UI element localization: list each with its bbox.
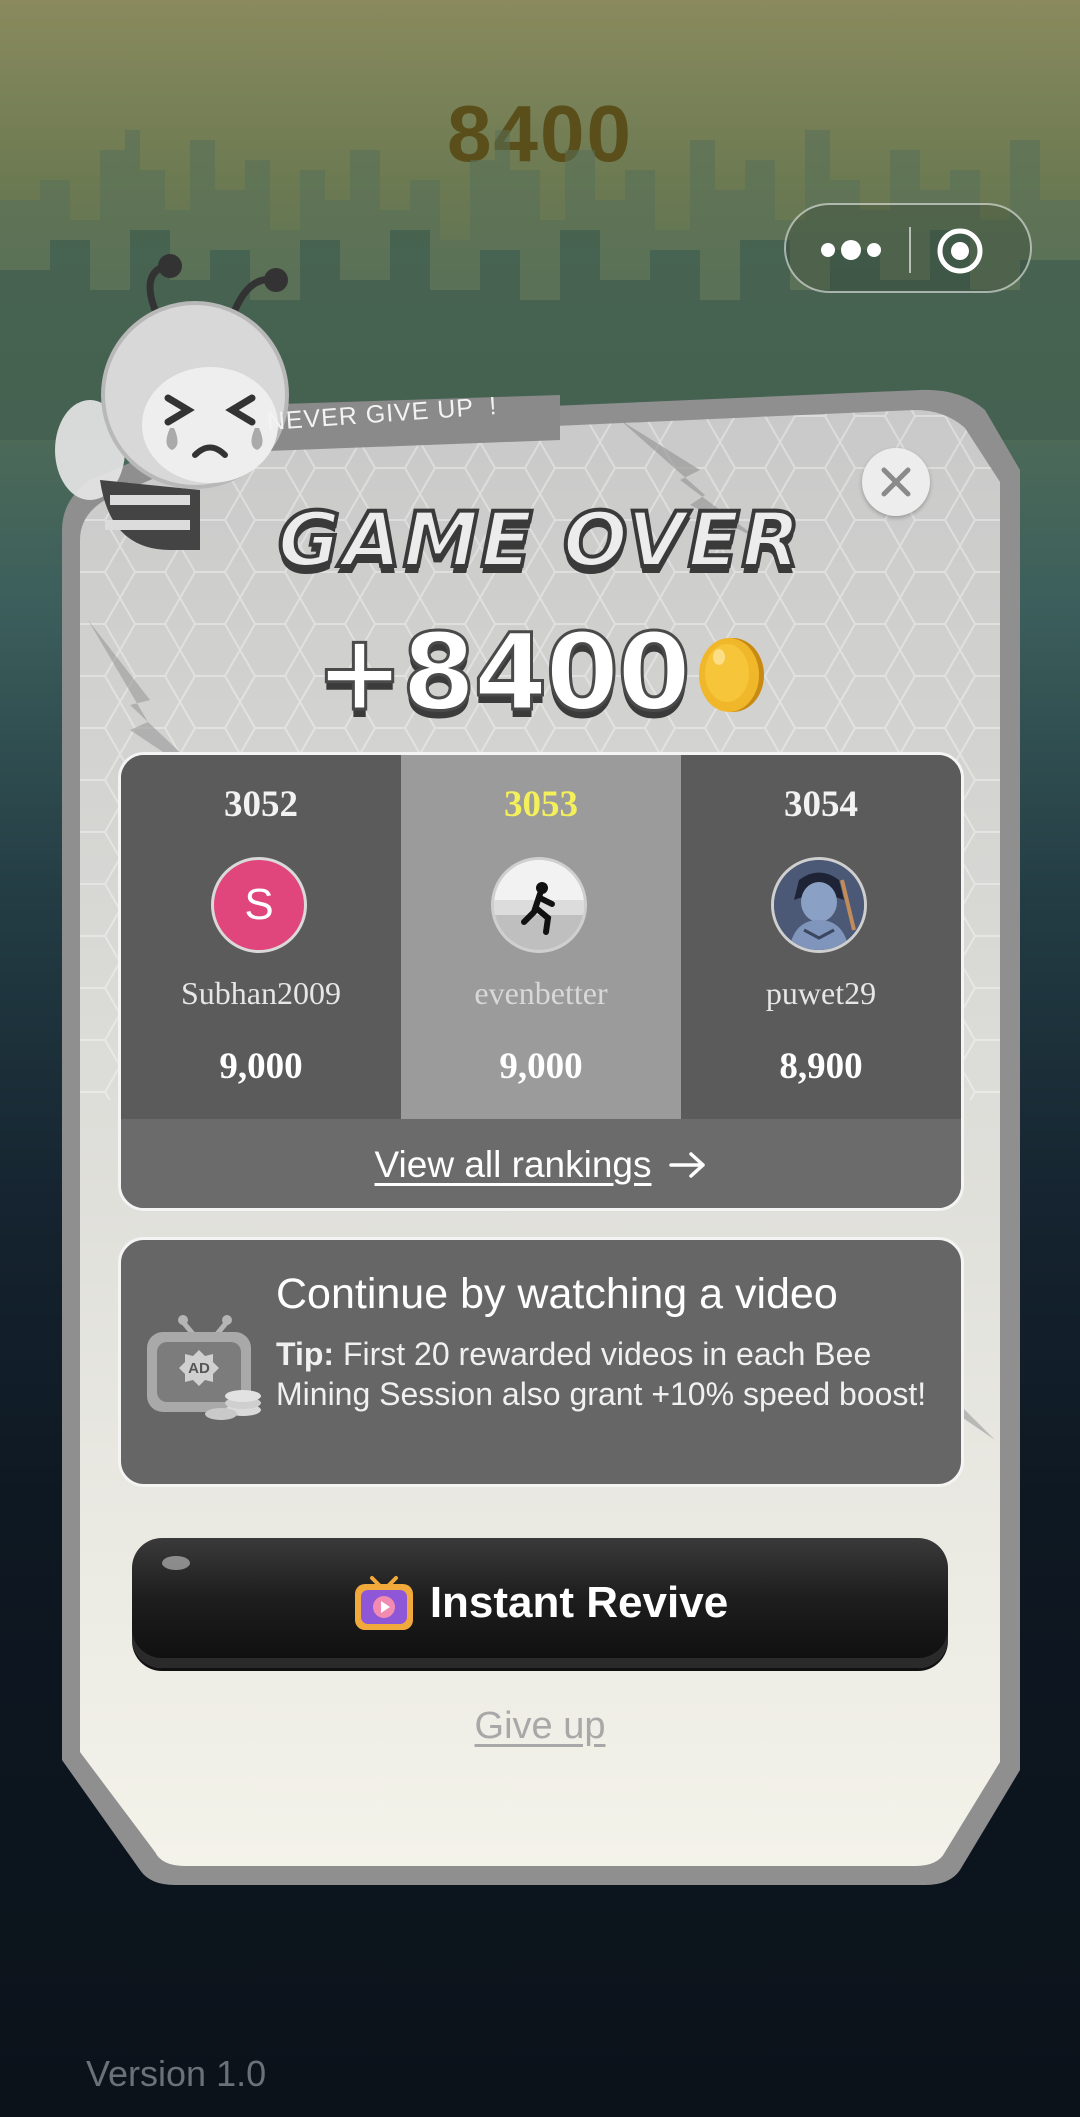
revive-content: Instant Revive [132,1538,948,1668]
player-name: evenbetter [474,975,608,1011]
anime-character-avatar-icon [774,860,864,950]
rank-number: 3054 [784,784,858,825]
watch-video-card[interactable]: AD Continue by watching a video Tip: Fir… [118,1237,964,1487]
ad-tv-coins-icon: AD [147,1315,261,1420]
video-play-tv-icon [354,1576,413,1630]
tip-label: Tip: [276,1336,335,1372]
instant-revive-label: Instant Revive [429,1578,729,1627]
give-up-link[interactable]: Give up [0,1705,1080,1748]
avatar: S [211,857,307,953]
runner-silhouette-icon [494,860,584,950]
rank-number: 3052 [224,784,298,825]
earned-score-row: +8400 [0,609,1080,735]
player-score: 9,000 [499,1046,583,1087]
player-name: puwet29 [765,975,877,1011]
avatar-letter: S [244,880,274,929]
view-all-rankings-link[interactable]: View all rankings [121,1119,961,1208]
leaderboard-entry[interactable]: 3054 puwet29 8,900 [681,755,961,1119]
avatar [771,857,867,953]
ad-label: AD [188,1360,210,1377]
video-offer-tip: Tip: First 20 rewarded videos in each Be… [276,1334,936,1414]
version-label: Version 1.0 [86,2053,267,2094]
leaderboard-entry[interactable]: 3052 S Subhan2009 9,000 [121,755,401,1119]
view-all-rankings-label: View all rankings [374,1144,652,1185]
arrow-right-icon [669,1152,706,1178]
gold-coin-icon [698,638,764,712]
video-offer-title: Continue by watching a video [276,1270,838,1318]
game-over-title: GAME OVER [276,493,803,586]
player-name: Subhan2009 [181,975,341,1011]
earned-score: +8400 [314,609,693,735]
leaderboard-card: 3052 S Subhan2009 9,000 3053 evenbetter … [118,752,964,1211]
leaderboard-entry-self[interactable]: 3053 evenbetter 9,000 [401,755,681,1119]
tip-text: First 20 rewarded videos in each Bee Min… [276,1336,927,1412]
instant-revive-button[interactable]: Instant Revive [132,1538,948,1668]
player-score: 8,900 [779,1046,863,1087]
player-score: 9,000 [219,1046,303,1087]
avatar [491,857,587,953]
rank-number: 3053 [504,784,578,825]
